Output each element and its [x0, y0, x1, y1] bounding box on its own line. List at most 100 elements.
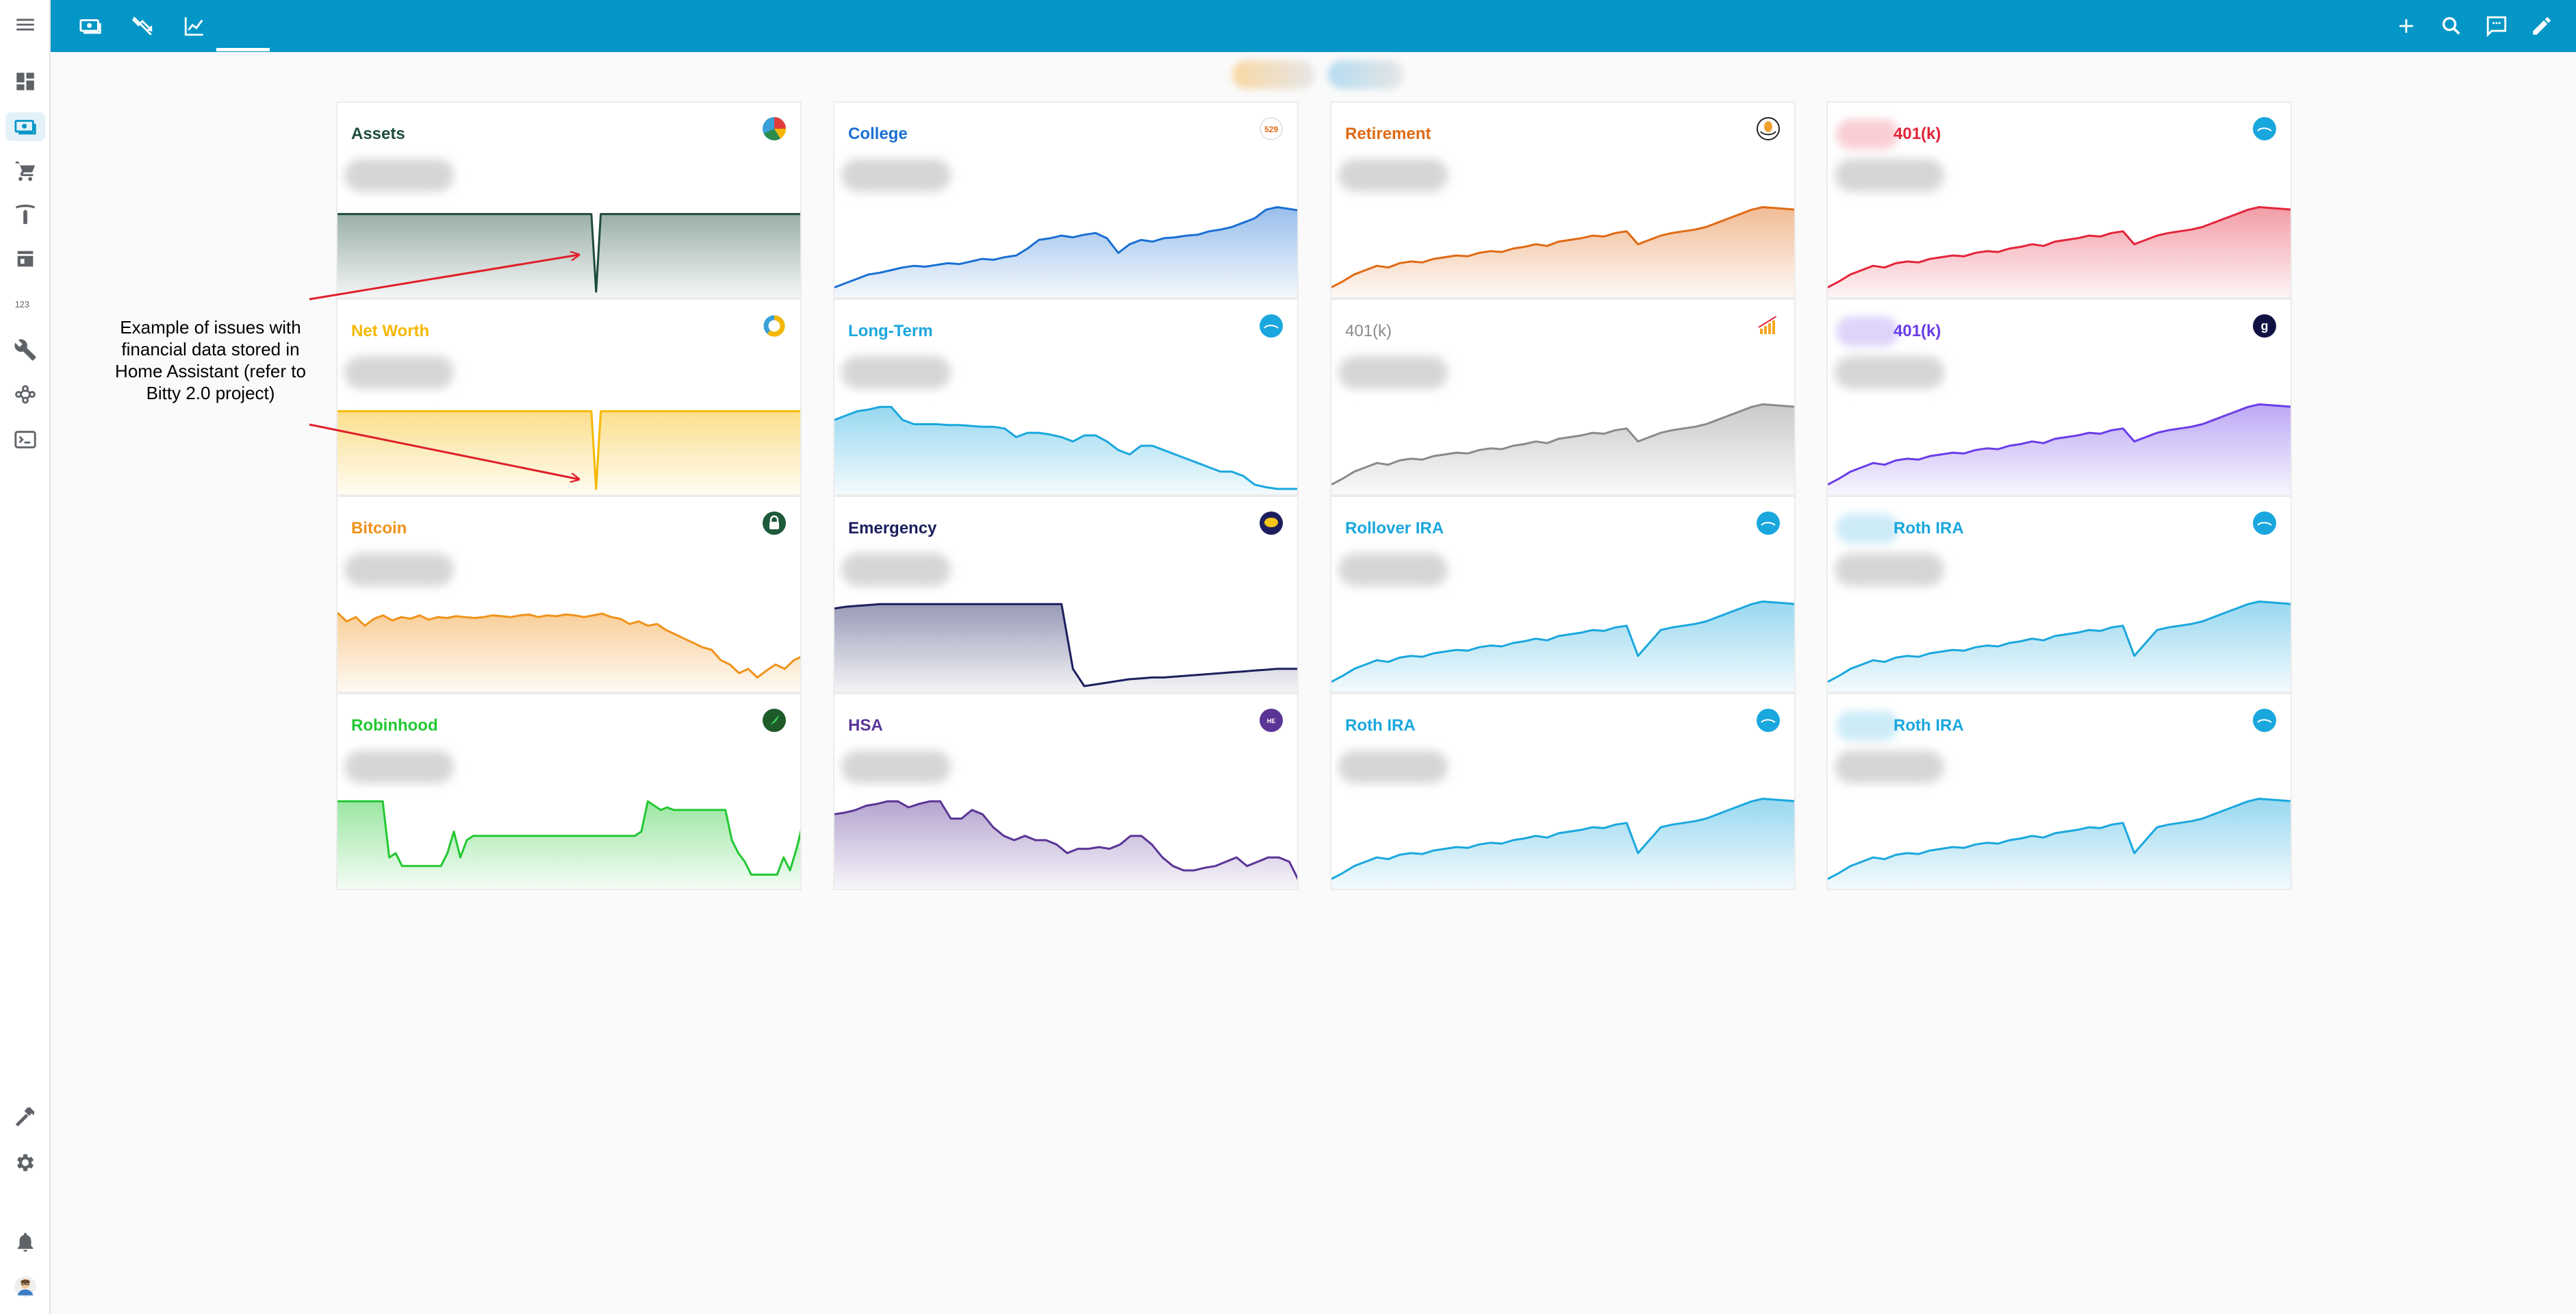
- blurred-balance: [1338, 750, 1448, 783]
- blurred-balance: [344, 553, 454, 586]
- menu-icon[interactable]: [11, 10, 40, 39]
- blurred-balance: [1835, 159, 1944, 192]
- blurred-balance: [1835, 750, 1944, 783]
- sparkline-chart: [1828, 403, 2291, 494]
- account-card[interactable]: 401(k): [1826, 101, 2292, 299]
- card-title: Rollover IRA: [1345, 519, 1444, 538]
- account-card[interactable]: 401(k): [1330, 299, 1796, 496]
- annotation-text: Example of issues with financial data st…: [115, 317, 306, 403]
- blurred-balance: [344, 159, 454, 192]
- blurred-balance: [841, 356, 951, 389]
- svg-text:123: 123: [15, 299, 29, 309]
- card-title: 401(k): [1893, 322, 1941, 340]
- cart-icon[interactable]: [11, 157, 40, 186]
- card-title: Robinhood: [351, 716, 438, 735]
- sparkline-area: [337, 214, 800, 297]
- search-icon[interactable]: [2437, 12, 2466, 40]
- card-title: Net Worth: [351, 322, 430, 340]
- account-card[interactable]: Bitcoin: [336, 496, 802, 693]
- sparkline-area: [1331, 207, 1794, 297]
- cash-icon[interactable]: [5, 112, 45, 141]
- health-equity-icon: HE: [1259, 708, 1284, 733]
- g-icon: g: [2252, 314, 2277, 338]
- bell-icon[interactable]: [11, 1228, 40, 1256]
- svg-text:HE: HE: [1267, 718, 1276, 724]
- sparkline-area: [834, 207, 1297, 297]
- blurred-balance: [1835, 356, 1944, 389]
- feather-icon: [762, 708, 787, 733]
- brokerage-icon: [1259, 314, 1284, 338]
- growth-chart-icon: [1756, 314, 1781, 338]
- account-card[interactable]: Net Worth: [336, 299, 802, 496]
- pencil-icon[interactable]: [2527, 12, 2556, 40]
- blurred-balance: [344, 750, 454, 783]
- hammer-icon[interactable]: [11, 1102, 40, 1131]
- svg-text:g: g: [2261, 319, 2269, 333]
- sparkline-area: [337, 801, 800, 889]
- user-avatar[interactable]: [11, 1272, 40, 1301]
- account-card[interactable]: HSA HE: [833, 693, 1299, 890]
- sparkline-area: [1828, 207, 2291, 297]
- sparkline-area: [1828, 798, 2291, 889]
- filter-chip[interactable]: [1328, 60, 1403, 89]
- app-header: [51, 0, 2576, 52]
- active-tab-indicator: [216, 48, 270, 51]
- sparkline-chart: [337, 410, 800, 494]
- dashboard-icon[interactable]: [11, 67, 40, 96]
- account-card[interactable]: College 529: [833, 101, 1299, 299]
- brokerage-icon: [2252, 708, 2277, 733]
- account-card[interactable]: Roth IRA: [1330, 693, 1796, 890]
- account-card[interactable]: Emergency: [833, 496, 1299, 693]
- account-card[interactable]: Robinhood: [336, 693, 802, 890]
- filter-chip[interactable]: [1232, 60, 1314, 89]
- sparkline-chart: [834, 800, 1297, 889]
- console-icon[interactable]: [11, 425, 40, 454]
- sparkline-chart: [834, 405, 1297, 494]
- assist-icon[interactable]: [2482, 12, 2511, 40]
- chart-line-down-icon[interactable]: [128, 12, 157, 40]
- account-card[interactable]: 401(k) g: [1826, 299, 2292, 496]
- sparkline-chart: [1828, 601, 2291, 692]
- brokerage-icon: [2252, 511, 2277, 535]
- blurred-balance: [1338, 159, 1448, 192]
- card-title: 401(k): [1345, 322, 1392, 340]
- sparkline-chart: [337, 800, 800, 889]
- savings-icon: [1259, 511, 1284, 535]
- counter-123-icon[interactable]: 123: [11, 290, 40, 319]
- chart-line-icon[interactable]: [180, 12, 209, 40]
- blurred-account-prefix: [1836, 119, 1899, 149]
- account-card[interactable]: Roth IRA: [1826, 496, 2292, 693]
- sparkline-chart: [1331, 601, 1794, 692]
- gear-icon[interactable]: [11, 1148, 40, 1177]
- plus-icon[interactable]: [2392, 12, 2421, 40]
- account-card[interactable]: Roth IRA: [1826, 693, 2292, 890]
- 529-icon: 529: [1259, 116, 1284, 141]
- hub-icon[interactable]: [11, 380, 40, 409]
- blurred-account-prefix: [1836, 514, 1899, 544]
- sparkline-area: [337, 612, 800, 692]
- card-title: Long-Term: [848, 322, 933, 340]
- cash-multiple-icon[interactable]: [76, 12, 105, 40]
- sparkline-chart: [834, 206, 1297, 297]
- tesla-icon[interactable]: [11, 200, 40, 229]
- store-icon[interactable]: [11, 244, 40, 273]
- blurred-balance: [841, 750, 951, 783]
- card-title: Emergency: [848, 519, 937, 538]
- svg-text:529: 529: [1264, 125, 1278, 134]
- sparkline-area: [834, 604, 1297, 692]
- sparkline-chart: [1828, 206, 2291, 297]
- wrench-icon[interactable]: [11, 336, 40, 364]
- account-card[interactable]: Long-Term: [833, 299, 1299, 496]
- card-title: Roth IRA: [1345, 716, 1416, 735]
- brokerage-icon: [2252, 116, 2277, 141]
- card-title: Retirement: [1345, 125, 1431, 143]
- account-card[interactable]: Assets: [336, 101, 802, 299]
- account-card[interactable]: Retirement: [1330, 101, 1796, 299]
- sparkline-chart: [337, 611, 800, 692]
- card-title: HSA: [848, 716, 883, 735]
- sidebar: 123: [0, 0, 51, 1314]
- sparkline-area: [1331, 404, 1794, 494]
- blurred-balance: [841, 159, 951, 192]
- account-card[interactable]: Rollover IRA: [1330, 496, 1796, 693]
- brokerage-icon: [1756, 511, 1781, 535]
